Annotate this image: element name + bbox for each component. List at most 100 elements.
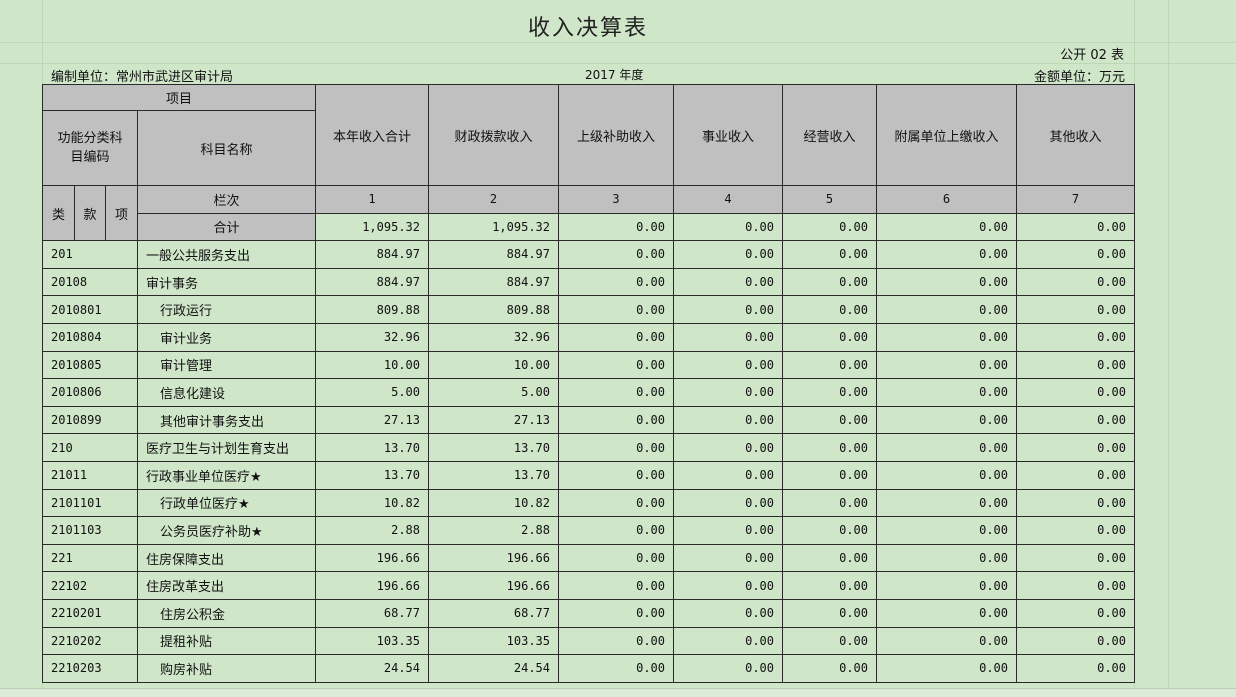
row-value[interactable]: 103.35 (315, 626, 429, 656)
row-value[interactable]: 27.13 (428, 405, 559, 435)
total-value[interactable]: 0.00 (782, 212, 877, 242)
row-subject-name[interactable]: 公务员医疗补助★ (137, 516, 316, 545)
row-value[interactable]: 0.00 (558, 654, 674, 683)
row-value[interactable]: 0.00 (782, 322, 877, 352)
row-value[interactable]: 196.66 (315, 543, 429, 573)
row-value[interactable]: 196.66 (315, 571, 429, 600)
row-code[interactable]: 22102 (42, 571, 138, 600)
row-subject-name[interactable]: 医疗卫生与计划生育支出 (137, 433, 316, 462)
row-value[interactable]: 0.00 (673, 516, 783, 545)
row-value[interactable]: 884.97 (428, 267, 559, 297)
row-value[interactable]: 0.00 (558, 626, 674, 656)
row-code[interactable]: 201 (42, 240, 138, 269)
row-value[interactable]: 0.00 (782, 240, 877, 269)
row-value[interactable]: 103.35 (428, 626, 559, 656)
row-value[interactable]: 0.00 (1016, 516, 1135, 545)
row-value[interactable]: 0.00 (1016, 598, 1135, 628)
row-value[interactable]: 0.00 (1016, 460, 1135, 490)
row-value[interactable]: 0.00 (558, 598, 674, 628)
row-value[interactable]: 0.00 (673, 654, 783, 683)
row-value[interactable]: 13.70 (315, 460, 429, 490)
row-value[interactable]: 0.00 (558, 322, 674, 352)
total-value[interactable]: 0.00 (1016, 212, 1135, 242)
row-value[interactable]: 10.82 (428, 488, 559, 518)
total-value[interactable]: 1,095.32 (428, 212, 559, 242)
row-value[interactable]: 0.00 (876, 350, 1017, 380)
row-code[interactable]: 221 (42, 543, 138, 573)
row-value[interactable]: 0.00 (1016, 654, 1135, 683)
row-subject-name[interactable]: 行政事业单位医疗★ (137, 460, 316, 490)
row-value[interactable]: 0.00 (876, 516, 1017, 545)
row-value[interactable]: 13.70 (428, 433, 559, 462)
row-value[interactable]: 0.00 (673, 571, 783, 600)
row-value[interactable]: 0.00 (1016, 543, 1135, 573)
row-value[interactable]: 0.00 (673, 543, 783, 573)
row-value[interactable]: 0.00 (876, 543, 1017, 573)
total-value[interactable]: 0.00 (673, 212, 783, 242)
row-value[interactable]: 0.00 (673, 433, 783, 462)
row-value[interactable]: 0.00 (782, 598, 877, 628)
row-value[interactable]: 0.00 (782, 516, 877, 545)
row-value[interactable]: 5.00 (428, 378, 559, 407)
row-value[interactable]: 0.00 (673, 488, 783, 518)
row-value[interactable]: 10.00 (315, 350, 429, 380)
row-value[interactable]: 0.00 (558, 405, 674, 435)
row-value[interactable]: 0.00 (673, 322, 783, 352)
row-value[interactable]: 0.00 (1016, 322, 1135, 352)
row-value[interactable]: 2.88 (428, 516, 559, 545)
row-code[interactable]: 2101101 (42, 488, 138, 518)
row-value[interactable]: 0.00 (558, 543, 674, 573)
row-value[interactable]: 0.00 (1016, 433, 1135, 462)
row-value[interactable]: 0.00 (673, 350, 783, 380)
row-value[interactable]: 0.00 (1016, 267, 1135, 297)
row-value[interactable]: 884.97 (428, 240, 559, 269)
row-value[interactable]: 24.54 (315, 654, 429, 683)
row-subject-name[interactable]: 住房保障支出 (137, 543, 316, 573)
row-subject-name[interactable]: 住房公积金 (137, 598, 316, 628)
row-value[interactable]: 13.70 (315, 433, 429, 462)
row-value[interactable]: 0.00 (782, 654, 877, 683)
row-value[interactable]: 0.00 (673, 598, 783, 628)
row-code[interactable]: 2010806 (42, 378, 138, 407)
row-value[interactable]: 0.00 (1016, 378, 1135, 407)
row-value[interactable]: 27.13 (315, 405, 429, 435)
row-value[interactable]: 0.00 (673, 378, 783, 407)
row-subject-name[interactable]: 其他审计事务支出 (137, 405, 316, 435)
row-value[interactable]: 0.00 (673, 460, 783, 490)
row-value[interactable]: 0.00 (876, 460, 1017, 490)
row-value[interactable]: 0.00 (1016, 488, 1135, 518)
row-subject-name[interactable]: 行政单位医疗★ (137, 488, 316, 518)
row-code[interactable]: 2010805 (42, 350, 138, 380)
row-value[interactable]: 0.00 (558, 378, 674, 407)
row-value[interactable]: 0.00 (558, 433, 674, 462)
row-code[interactable]: 2010801 (42, 295, 138, 324)
row-value[interactable]: 32.96 (315, 322, 429, 352)
row-value[interactable]: 10.00 (428, 350, 559, 380)
total-value[interactable]: 1,095.32 (315, 212, 429, 242)
row-value[interactable]: 0.00 (558, 460, 674, 490)
row-value[interactable]: 0.00 (673, 267, 783, 297)
row-value[interactable]: 0.00 (876, 378, 1017, 407)
row-code[interactable]: 2210203 (42, 654, 138, 683)
row-subject-name[interactable]: 提租补贴 (137, 626, 316, 656)
row-value[interactable]: 0.00 (782, 460, 877, 490)
row-value[interactable]: 0.00 (673, 240, 783, 269)
total-value[interactable]: 0.00 (876, 212, 1017, 242)
row-subject-name[interactable]: 行政运行 (137, 295, 316, 324)
row-value[interactable]: 0.00 (673, 626, 783, 656)
row-value[interactable]: 0.00 (782, 295, 877, 324)
row-value[interactable]: 0.00 (558, 571, 674, 600)
row-value[interactable]: 0.00 (782, 543, 877, 573)
row-code[interactable]: 21011 (42, 460, 138, 490)
row-code[interactable]: 20108 (42, 267, 138, 297)
row-value[interactable]: 0.00 (876, 654, 1017, 683)
row-code[interactable]: 210 (42, 433, 138, 462)
row-value[interactable]: 0.00 (558, 240, 674, 269)
row-value[interactable]: 0.00 (673, 295, 783, 324)
row-value[interactable]: 0.00 (1016, 626, 1135, 656)
row-value[interactable]: 0.00 (876, 598, 1017, 628)
row-value[interactable]: 0.00 (558, 516, 674, 545)
row-value[interactable]: 0.00 (876, 295, 1017, 324)
row-value[interactable]: 0.00 (782, 571, 877, 600)
row-value[interactable]: 809.88 (315, 295, 429, 324)
